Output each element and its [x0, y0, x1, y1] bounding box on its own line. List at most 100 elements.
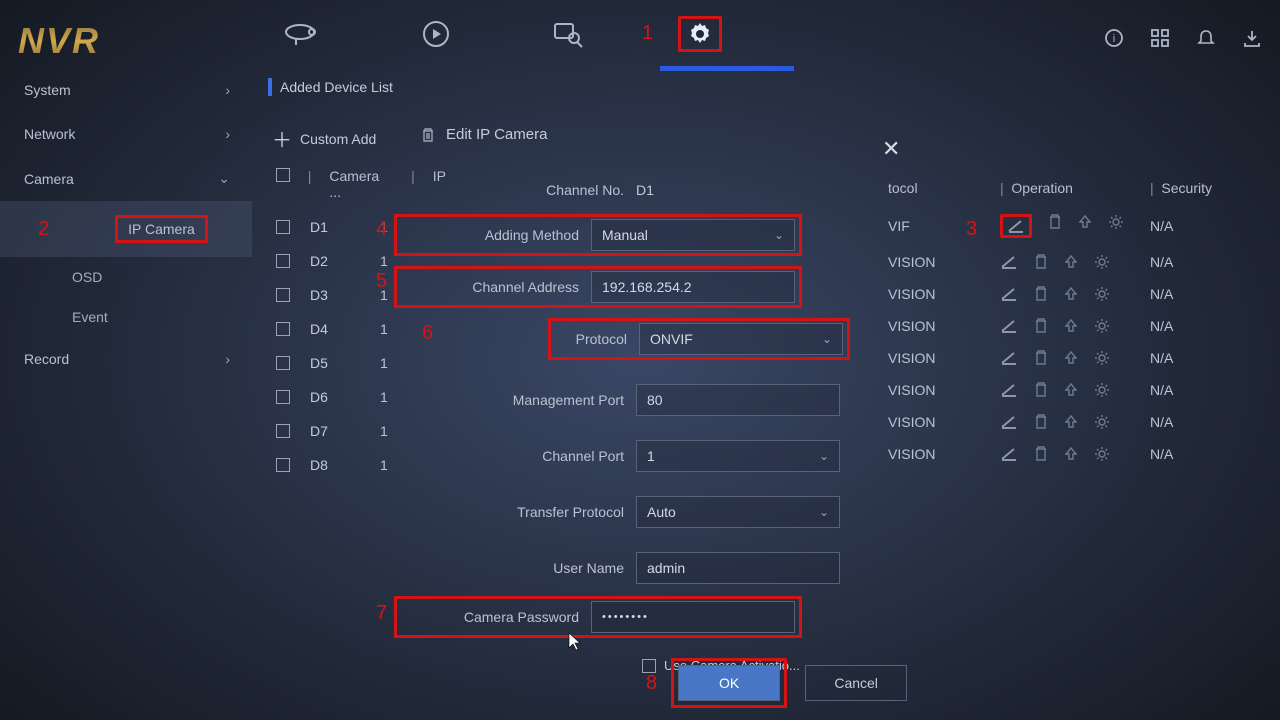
ip-cell: 1: [380, 355, 388, 371]
channel-address-label: Channel Address: [445, 279, 591, 295]
trash-icon[interactable]: [420, 127, 436, 143]
sidebar-item-event[interactable]: Event: [0, 297, 252, 337]
edit-icon[interactable]: [1000, 318, 1018, 334]
mgmt-port-input[interactable]: 80: [636, 384, 840, 416]
config-icon[interactable]: [1094, 318, 1110, 334]
device-detail-table: tocol | Operation | Security VIFN/AVISIO…: [888, 180, 1268, 470]
app-logo: NVR: [18, 20, 100, 62]
delete-icon[interactable]: [1034, 318, 1048, 334]
channel-address-input[interactable]: 192.168.254.2: [591, 271, 795, 303]
edit-icon[interactable]: [1000, 286, 1018, 302]
delete-icon[interactable]: [1034, 254, 1048, 270]
config-icon[interactable]: [1094, 414, 1110, 430]
row-checkbox[interactable]: [276, 254, 290, 268]
username-input[interactable]: admin: [636, 552, 840, 584]
grid-icon[interactable]: [1150, 28, 1170, 48]
chevron-down-icon: ⌄: [819, 449, 829, 463]
edit-icon[interactable]: [1000, 414, 1018, 430]
config-icon[interactable]: [1094, 254, 1110, 270]
adding-method-select[interactable]: Manual⌄: [591, 219, 795, 251]
row-checkbox[interactable]: [276, 356, 290, 370]
row-checkbox[interactable]: [276, 390, 290, 404]
ip-cell: 1: [380, 457, 388, 473]
protocol-cell: VISION: [888, 350, 1000, 366]
annotation-1: 1: [642, 22, 653, 45]
upgrade-icon[interactable]: [1064, 350, 1078, 366]
sidebar-item-camera[interactable]: Camera⌄: [0, 156, 252, 201]
upgrade-icon[interactable]: [1064, 382, 1078, 398]
sidebar-item-ip-camera[interactable]: 2 IP Camera: [0, 201, 252, 257]
gear-icon: [687, 21, 713, 47]
sidebar-item-osd[interactable]: OSD: [0, 257, 252, 297]
cancel-button[interactable]: Cancel: [805, 665, 907, 701]
config-icon[interactable]: [1108, 214, 1124, 238]
row-checkbox[interactable]: [276, 458, 290, 472]
sidebar-item-network[interactable]: Network›: [0, 112, 252, 156]
device-row[interactable]: D81: [276, 448, 446, 482]
export-icon[interactable]: [1242, 28, 1262, 48]
edit-icon[interactable]: [1000, 446, 1018, 462]
protocol-cell: VISION: [888, 414, 1000, 430]
config-icon[interactable]: [1094, 446, 1110, 462]
settings-nav-icon[interactable]: 1: [676, 14, 724, 54]
device-row[interactable]: D61: [276, 380, 446, 414]
config-icon[interactable]: [1094, 286, 1110, 302]
delete-icon[interactable]: [1048, 214, 1062, 238]
security-cell: N/A: [1150, 318, 1173, 334]
plus-icon: ＋: [272, 124, 292, 153]
password-input[interactable]: ••••••••: [591, 601, 795, 633]
config-icon[interactable]: [1094, 382, 1110, 398]
upgrade-icon[interactable]: [1064, 254, 1078, 270]
live-view-icon[interactable]: [280, 14, 328, 54]
sidebar-item-record[interactable]: Record›: [0, 337, 252, 381]
row-checkbox[interactable]: [276, 288, 290, 302]
edit-icon[interactable]: [1000, 214, 1032, 238]
row-checkbox[interactable]: [276, 322, 290, 336]
divider: |: [411, 168, 415, 200]
delete-icon[interactable]: [1034, 382, 1048, 398]
transfer-proto-select[interactable]: Auto⌄: [636, 496, 840, 528]
chevron-down-icon: ⌄: [822, 332, 832, 346]
channel-cell: D5: [310, 355, 360, 371]
bell-icon[interactable]: [1196, 28, 1216, 48]
channel-cell: D3: [310, 287, 360, 303]
device-row[interactable]: D41: [276, 312, 446, 346]
annotation-6: 6: [422, 322, 433, 345]
config-icon[interactable]: [1094, 350, 1110, 366]
table-row: VISIONN/A: [888, 374, 1268, 406]
button-label: Cancel: [834, 675, 878, 691]
protocol-cell: VISION: [888, 318, 1000, 334]
select-all-checkbox[interactable]: [276, 168, 290, 182]
ip-camera-highlight: IP Camera: [115, 215, 208, 243]
divider: |: [308, 168, 312, 200]
device-row[interactable]: D71: [276, 414, 446, 448]
edit-icon[interactable]: [1000, 382, 1018, 398]
upgrade-icon[interactable]: [1078, 214, 1092, 238]
chevron-down-icon: ⌄: [819, 505, 829, 519]
custom-add-button[interactable]: ＋ Custom Add: [272, 124, 376, 153]
upgrade-icon[interactable]: [1064, 446, 1078, 462]
sidebar-label: OSD: [72, 269, 102, 285]
sidebar-item-system[interactable]: System ›: [0, 68, 252, 112]
channel-port-select[interactable]: 1⌄: [636, 440, 840, 472]
search-icon[interactable]: [544, 14, 592, 54]
sidebar-label: System: [24, 82, 71, 98]
edit-icon[interactable]: [1000, 254, 1018, 270]
delete-icon[interactable]: [1034, 414, 1048, 430]
row-checkbox[interactable]: [276, 220, 290, 234]
protocol-select[interactable]: ONVIF⌄: [639, 323, 843, 355]
chevron-right-icon: ›: [225, 82, 230, 98]
edit-icon[interactable]: [1000, 350, 1018, 366]
delete-icon[interactable]: [1034, 286, 1048, 302]
password-label: Camera Password: [445, 609, 591, 625]
playback-icon[interactable]: [412, 14, 460, 54]
delete-icon[interactable]: [1034, 446, 1048, 462]
upgrade-icon[interactable]: [1064, 286, 1078, 302]
upgrade-icon[interactable]: [1064, 414, 1078, 430]
device-row[interactable]: D5 1: [276, 346, 446, 380]
ok-button[interactable]: OK: [678, 665, 780, 701]
delete-icon[interactable]: [1034, 350, 1048, 366]
upgrade-icon[interactable]: [1064, 318, 1078, 334]
row-checkbox[interactable]: [276, 424, 290, 438]
info-icon[interactable]: i: [1104, 28, 1124, 48]
